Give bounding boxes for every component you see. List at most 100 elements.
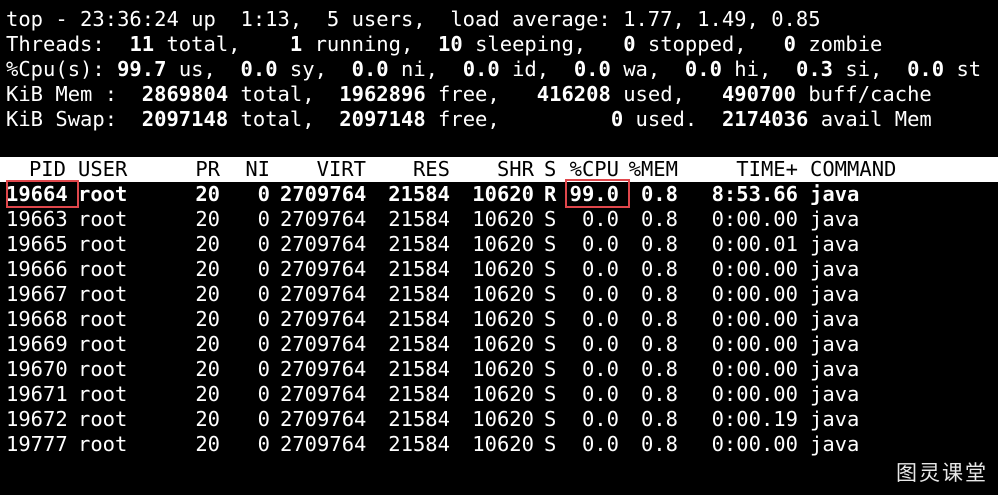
cell-user: root: [78, 382, 128, 406]
threads-running-label: running,: [314, 32, 414, 56]
mem-line: KiB Mem : 2869804 total, 1962896 free, 4…: [6, 82, 932, 107]
cell-cpu: 0.0: [581, 207, 619, 231]
mem-label: KiB Mem :: [6, 82, 118, 106]
cell-pr: 20: [195, 207, 220, 231]
swap-free-label: free,: [438, 107, 500, 131]
cell-res: 21584: [388, 182, 450, 206]
header-user: USER: [78, 157, 128, 181]
threads-sleeping-label: sleeping,: [475, 32, 587, 56]
header-ni: NI: [245, 157, 270, 181]
cell-pid: 19672: [6, 407, 68, 431]
cpu-id-label: id,: [512, 57, 550, 81]
cell-state: S: [544, 357, 557, 381]
threads-total-label: total,: [166, 32, 241, 56]
cell-time: 0:00.00: [711, 207, 798, 231]
cell-time: 0:00.00: [711, 307, 798, 331]
process-row[interactable]: 19664 root 20 0 2709764 21584 10620 R 99.0 0.8 8:5…: [0, 182, 998, 207]
cell-pr: 20: [195, 382, 220, 406]
cpu-st-value: 0.0: [907, 57, 945, 81]
cpu-ni-value: 0.0: [351, 57, 389, 81]
cell-command: java: [810, 382, 860, 406]
cell-time: 0:00.00: [711, 282, 798, 306]
cell-command: java: [810, 232, 860, 256]
header-shr: SHR: [496, 157, 534, 181]
process-row[interactable]: 19669 root 20 0 2709764 21584 10620 S 0.0 0.8 0:00…: [0, 332, 998, 357]
cell-res: 21584: [388, 407, 450, 431]
process-row[interactable]: 19666 root 20 0 2709764 21584 10620 S 0.0 0.8 0:00…: [0, 257, 998, 282]
cell-command: java: [810, 357, 860, 381]
threads-label: Threads:: [6, 32, 105, 56]
cell-user: root: [78, 407, 128, 431]
cell-mem: 0.8: [640, 282, 678, 306]
cell-cpu: 0.0: [581, 282, 619, 306]
cell-shr: 10620: [472, 282, 534, 306]
threads-zombie-value: 0: [783, 32, 796, 56]
cell-ni: 0: [257, 282, 270, 306]
mem-buff-value: 490700: [721, 82, 796, 106]
cell-ni: 0: [257, 332, 270, 356]
process-row[interactable]: 19671 root 20 0 2709764 21584 10620 S 0.0 0.8 0:00…: [0, 382, 998, 407]
header-virt: VIRT: [316, 157, 366, 181]
cell-pr: 20: [195, 182, 220, 206]
cell-virt: 2709764: [280, 307, 367, 331]
process-row[interactable]: 19670 root 20 0 2709764 21584 10620 S 0.0 0.8 0:00…: [0, 357, 998, 382]
cell-pid: 19663: [6, 207, 68, 231]
cell-res: 21584: [388, 432, 450, 456]
cell-cpu: 0.0: [581, 432, 619, 456]
swap-used-label: used.: [635, 107, 698, 131]
cell-time: 0:00.01: [711, 232, 798, 256]
cell-cpu: 0.0: [581, 357, 619, 381]
header-mem: %MEM: [628, 157, 678, 181]
cell-command: java: [810, 307, 860, 331]
threads-sleeping-value: 10: [438, 32, 463, 56]
cell-shr: 10620: [472, 257, 534, 281]
cell-res: 21584: [388, 282, 450, 306]
cell-ni: 0: [257, 357, 270, 381]
cell-command: java: [810, 282, 860, 306]
cell-pid: 19777: [6, 432, 68, 456]
cell-res: 21584: [388, 207, 450, 231]
cell-time: 0:00.19: [711, 407, 798, 431]
mem-total-value: 2869804: [141, 82, 229, 106]
cell-state: S: [544, 332, 557, 356]
cpu-line: %Cpu(s): 99.7 us, 0.0 sy, 0.0 ni, 0.0 id…: [6, 57, 981, 82]
cell-state: S: [544, 432, 557, 456]
cell-mem: 0.8: [640, 382, 678, 406]
cell-time: 0:00.00: [711, 432, 798, 456]
cell-ni: 0: [257, 432, 270, 456]
cell-pr: 20: [195, 307, 220, 331]
header-time: TIME+: [736, 157, 798, 181]
cell-cpu: 99.0: [569, 182, 619, 206]
process-row[interactable]: 19672 root 20 0 2709764 21584 10620 S 0.0 0.8 0:00…: [0, 407, 998, 432]
cell-time: 0:00.00: [711, 332, 798, 356]
process-row[interactable]: 19665 root 20 0 2709764 21584 10620 S 0.0 0.8 0:00…: [0, 232, 998, 257]
cell-user: root: [78, 182, 128, 206]
cell-virt: 2709764: [280, 182, 367, 206]
cell-pr: 20: [195, 332, 220, 356]
cell-cpu: 0.0: [581, 257, 619, 281]
swap-label: KiB Swap:: [6, 107, 118, 131]
cell-ni: 0: [257, 407, 270, 431]
cell-command: java: [810, 257, 860, 281]
cell-mem: 0.8: [640, 207, 678, 231]
process-row[interactable]: 19663 root 20 0 2709764 21584 10620 S 0.0 0.8 0:00…: [0, 207, 998, 232]
column-header-row: PID USER PR NI VIRT RES SHR S %CPU %MEM TIME+ COMMA…: [0, 157, 998, 182]
cell-virt: 2709764: [280, 257, 367, 281]
cell-res: 21584: [388, 382, 450, 406]
process-row[interactable]: 19667 root 20 0 2709764 21584 10620 S 0.0 0.8 0:00…: [0, 282, 998, 307]
process-row[interactable]: 19777 root 20 0 2709764 21584 10620 S 0.0 0.8 0:00…: [0, 432, 998, 457]
threads-line: Threads: 11 total, 1 running, 10 sleepin…: [6, 32, 882, 57]
cell-virt: 2709764: [280, 357, 367, 381]
swap-free-value: 2097148: [339, 107, 426, 131]
cell-pr: 20: [195, 407, 220, 431]
cell-shr: 10620: [472, 407, 534, 431]
cell-state: S: [544, 382, 557, 406]
cell-shr: 10620: [472, 332, 534, 356]
cell-virt: 2709764: [280, 332, 367, 356]
cell-state: S: [544, 257, 557, 281]
process-row[interactable]: 19668 root 20 0 2709764 21584 10620 S 0.0 0.8 0:00…: [0, 307, 998, 332]
cpu-sy-label: sy,: [289, 57, 327, 81]
cell-res: 21584: [388, 307, 450, 331]
mem-free-label: free,: [438, 82, 500, 106]
cell-shr: 10620: [472, 307, 534, 331]
